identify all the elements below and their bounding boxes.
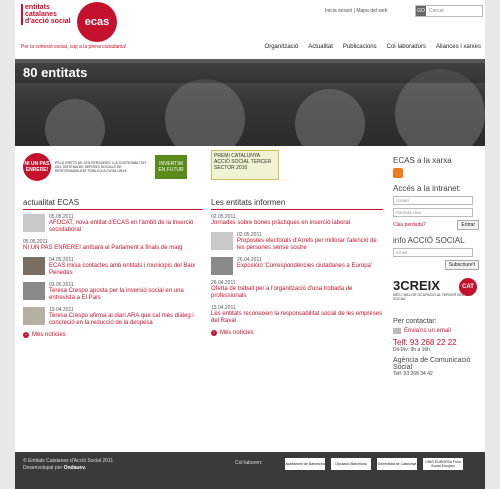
arrow-right-icon: › <box>23 332 29 338</box>
agency-phone: Telf: 93 268 34 42 <box>393 371 433 377</box>
news-item[interactable]: 19.04.2011 Teresa Crespo afirma al diari … <box>23 307 203 327</box>
partner-logo-ajuntament[interactable]: Ajuntament de Barcelona <box>285 458 325 470</box>
news-item[interactable]: 04.05.2011 ECAS inicia contactes amb enti… <box>23 257 203 277</box>
page: entitats catalanes d'acció social ecas P… <box>15 0 485 489</box>
news-title[interactable]: Teresa Crespo aposta per la inversió soc… <box>49 288 203 302</box>
hero-decor <box>295 89 365 146</box>
hero-banner: 80 entitats <box>15 59 485 146</box>
news-title[interactable]: NI UN PAS ENRERE! arribarà al Parlament … <box>23 245 203 252</box>
news-thumbnail <box>211 257 233 275</box>
logo-mark: ecas <box>77 2 117 42</box>
section-title-entitats: Les entitats informen <box>211 198 383 210</box>
section-title-ecas: actualitat ECAS <box>23 198 203 210</box>
news-thumbnail <box>23 257 45 275</box>
developer-link[interactable]: Ondauev. <box>64 465 86 471</box>
arrow-right-icon: › <box>211 330 217 336</box>
news-title[interactable]: Exposició 'Correspondències ciutadanes a… <box>237 263 383 270</box>
nav-actualitat[interactable]: Actualitat <box>308 44 333 50</box>
creix-banner[interactable]: 3CREIX CAT MÉS I MILLOR OCUPACIÓ AL TERC… <box>393 278 479 312</box>
sitemap-link[interactable]: Mapa del web <box>356 8 387 14</box>
news-thumbnail <box>23 282 45 300</box>
news-item[interactable]: 05.05.2011 AFOCAT, nova entitat d'ECAS en… <box>23 214 203 234</box>
campaign-text: PELS DRETS DE LES PERSONES I LA SOSTENIB… <box>55 161 147 173</box>
news-item[interactable]: 03.05.2011 Teresa Crespo aposta per la in… <box>23 282 203 302</box>
contact-title: Per contactar: <box>393 318 437 325</box>
news-title[interactable]: AFOCAT, nova entitat d'ECAS en l'àmbit d… <box>49 220 203 234</box>
news-thumbnail <box>211 232 233 250</box>
news-thumbnail <box>23 214 45 232</box>
username-input[interactable]: Usuari <box>393 196 473 205</box>
email-contact-link[interactable]: Envia'ns un email <box>393 328 479 334</box>
search-go-button[interactable]: GO <box>416 6 426 16</box>
news-title[interactable]: Propostes electorals d'Arrels per millor… <box>237 238 383 252</box>
news-title[interactable]: Teresa Crespo afirma al diari ARA que ca… <box>49 313 203 327</box>
rss-icon[interactable] <box>393 168 403 178</box>
news-title[interactable]: Les entitats reconeixen la responsabilit… <box>211 311 383 325</box>
partner-logo-diputacio[interactable]: Diputació Barcelona <box>331 458 371 470</box>
subscribe-button[interactable]: Subscriure't <box>444 260 479 270</box>
logo-text: entitats catalanes d'acció social <box>21 4 81 25</box>
hero-decor <box>165 79 245 146</box>
partner-logos: Ajuntament de Barcelona Diputació Barcel… <box>285 458 463 470</box>
search-input[interactable]: Cercar <box>426 8 444 14</box>
more-news-label: Més notícies <box>32 332 66 338</box>
partner-logo-ue[interactable]: UNIÓ EUROPEA Fons Social Europeu <box>423 458 463 470</box>
nav-collaboradors[interactable]: Col·laboradors <box>387 44 426 50</box>
xarxa-title: ECAS a la xarxa <box>393 156 452 165</box>
column-entitats: PREMI CATALUNYA ACCIÓ SOCIAL TERCER SECT… <box>211 150 383 336</box>
invest-badge: INVERTIM EN FUTUR <box>155 155 187 179</box>
news-title[interactable]: ECAS inicia contactes amb entitats i mun… <box>49 263 203 277</box>
envelope-icon <box>393 328 401 334</box>
forgot-password-link[interactable]: Clau perduda? <box>393 222 426 228</box>
developed-by: Desenvolupat per <box>23 465 63 471</box>
more-news-link[interactable]: › Més notícies <box>211 330 383 336</box>
hero-decor <box>45 99 105 146</box>
search-box: GO Cercar <box>415 5 483 17</box>
main-nav: Organització Actualitat Publicacions Col… <box>265 44 481 50</box>
intranet-title: Accés a la intranet: <box>393 184 462 193</box>
creix-cat-badge: CAT <box>459 278 477 296</box>
news-title[interactable]: Jornades sobre bones pràctiques en inser… <box>211 220 383 227</box>
collab-label: Col·laboren: <box>235 460 263 466</box>
nav-aliances[interactable]: Aliances i xarxes <box>436 44 481 50</box>
column-ecas: NI UN PAS ENRERE! PELS DRETS DE LES PERS… <box>23 150 203 338</box>
news-item[interactable]: 15.04.2011 Les entitats reconeixen la res… <box>211 305 383 325</box>
news-thumbnail <box>23 307 45 325</box>
campaign-banner[interactable]: NI UN PAS ENRERE! PELS DRETS DE LES PERS… <box>23 150 203 184</box>
news-item[interactable]: 26.04.2011 Oferta de treball per a l'orga… <box>211 280 383 300</box>
news-title[interactable]: Oferta de treball per a l'organització d… <box>211 286 383 300</box>
news-item[interactable]: 26.04.2011 Exposició 'Correspondències ci… <box>211 257 383 275</box>
more-news-label: Més notícies <box>220 330 254 336</box>
newsletter-email-input[interactable]: Email <box>393 248 473 257</box>
news-item[interactable]: 05.05.2011 NI UN PAS ENRERE! arribarà al … <box>23 239 203 252</box>
tagline: Per la cohesió social, cap a la plena ci… <box>21 44 127 50</box>
campaign-badge: NI UN PAS ENRERE! <box>23 153 51 181</box>
footer: © Entitats Catalanes d'Acció Social 2011… <box>15 452 485 489</box>
news-list-ecas: 05.05.2011 AFOCAT, nova entitat d'ECAS en… <box>23 214 203 327</box>
header: entitats catalanes d'acció social ecas P… <box>15 0 485 58</box>
email-link-label: Envia'ns un email <box>404 328 451 334</box>
copyright: © Entitats Catalanes d'Acció Social 2011 <box>23 458 114 464</box>
partner-logo-generalitat[interactable]: Generalitat de Catalunya <box>377 458 417 470</box>
hero-title: 80 entitats <box>23 65 88 80</box>
award-banner[interactable]: PREMI CATALUNYA ACCIÓ SOCIAL TERCER SECT… <box>211 150 279 180</box>
more-news-link[interactable]: › Més notícies <box>23 332 203 338</box>
nav-publicacions[interactable]: Publicacions <box>343 44 377 50</box>
login-link[interactable]: Inicia sessió <box>325 8 352 14</box>
newsletter-title: info ACCIÓ SOCIAL <box>393 236 465 245</box>
site-logo[interactable]: entitats catalanes d'acció social ecas <box>21 2 117 42</box>
news-item[interactable]: 02.05.2011 Jornades sobre bones pràctique… <box>211 214 383 227</box>
password-input[interactable]: Paraula clau <box>393 208 473 217</box>
phone-number: Telf: 93 268 22 22 <box>393 338 457 347</box>
top-links: Inicia sessió | Mapa del web <box>325 8 388 14</box>
news-item[interactable]: 02.05.2011 Propostes electorals d'Arrels … <box>211 232 383 252</box>
enter-button[interactable]: Entrar <box>457 220 479 230</box>
sidebar: ECAS a la xarxa Accés a la intranet: Usu… <box>393 150 479 377</box>
opening-hours: Dil-Div: 9h a 16h <box>393 347 430 353</box>
agency-title: Agència de Comunicació Social <box>393 357 471 371</box>
nav-organitzacio[interactable]: Organització <box>265 44 299 50</box>
news-list-entitats: 02.05.2011 Jornades sobre bones pràctique… <box>211 214 383 325</box>
